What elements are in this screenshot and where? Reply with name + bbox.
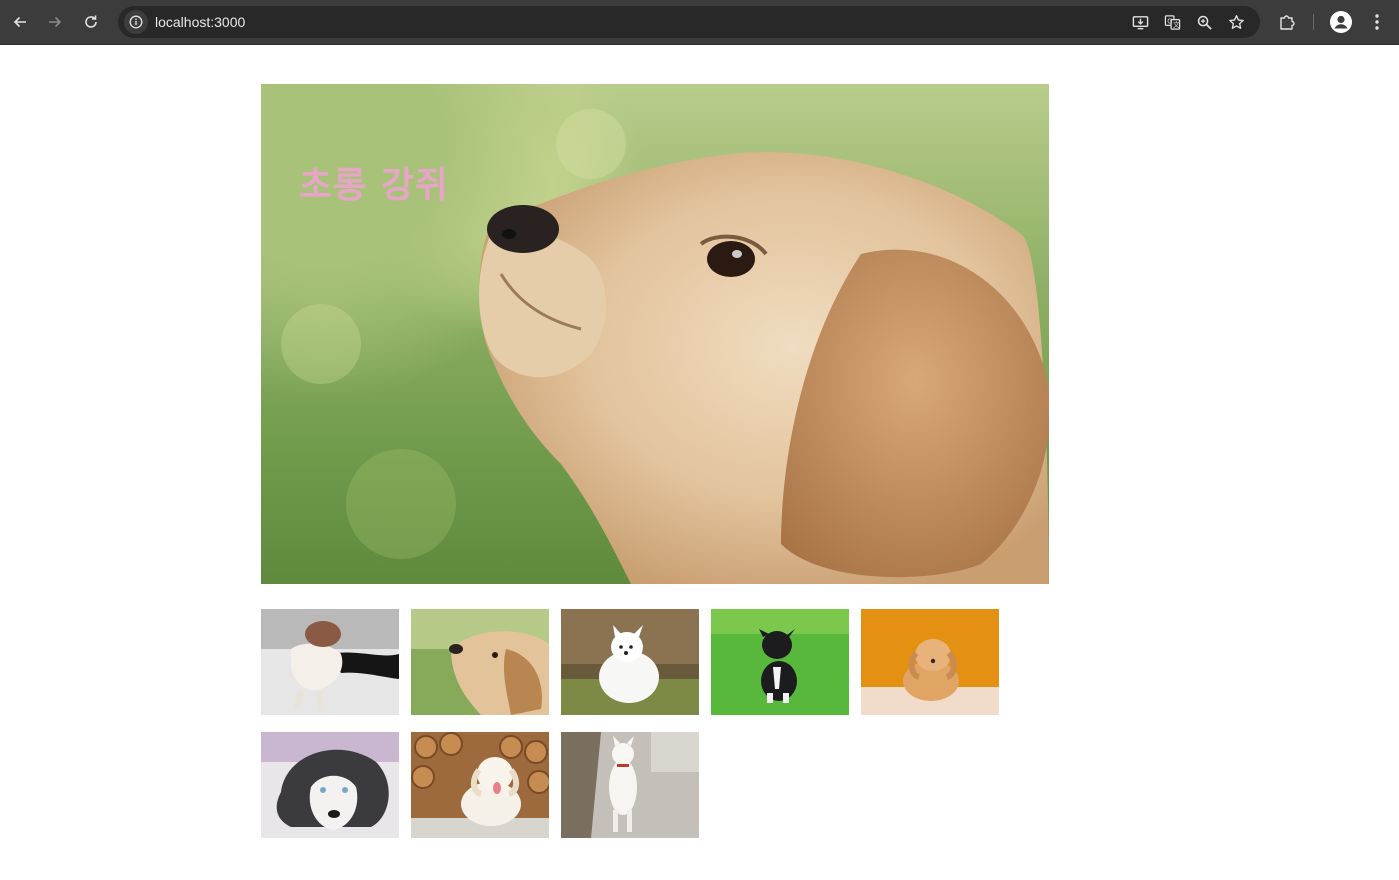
dog-photo-6: [261, 732, 399, 838]
gallery-thumb-8[interactable]: [561, 732, 699, 838]
toolbar-divider: [1313, 14, 1314, 30]
dog-photo-1: [261, 609, 399, 715]
profile-icon[interactable]: [1330, 11, 1352, 33]
gallery-thumb-6[interactable]: [261, 732, 399, 838]
dog-photo-2: [411, 609, 549, 715]
dog-photo-8: [561, 732, 699, 838]
site-info-icon[interactable]: [124, 10, 148, 34]
hero-image: 초롱 강쥐: [261, 84, 1049, 584]
dog-photo-7: [411, 732, 549, 838]
gallery-thumb-7[interactable]: [411, 732, 549, 838]
gallery-thumb-3[interactable]: [561, 609, 699, 715]
dog-photo-3: [561, 609, 699, 715]
bookmark-star-icon[interactable]: [1226, 12, 1246, 32]
thumbnail-gallery: [261, 609, 1011, 838]
gallery-thumb-1[interactable]: [261, 609, 399, 715]
forward-icon[interactable]: [41, 8, 69, 36]
address-bar[interactable]: localhost:3000 G文: [118, 6, 1260, 38]
translate-icon[interactable]: G文: [1162, 12, 1182, 32]
gallery-thumb-5[interactable]: [861, 609, 999, 715]
extensions-icon[interactable]: [1276, 11, 1298, 33]
install-app-icon[interactable]: [1130, 12, 1150, 32]
gallery-thumb-4[interactable]: [711, 609, 849, 715]
gallery-thumb-2[interactable]: [411, 609, 549, 715]
svg-text:文: 文: [1172, 20, 1179, 29]
zoom-icon[interactable]: [1194, 12, 1214, 32]
back-icon[interactable]: [6, 8, 34, 36]
menu-icon[interactable]: [1366, 11, 1388, 33]
browser-toolbar: localhost:3000 G文: [0, 0, 1399, 45]
dog-photo-5: [861, 609, 999, 715]
url-text[interactable]: localhost:3000: [155, 13, 245, 31]
hero-title: 초롱 강쥐: [299, 165, 450, 206]
svg-text:G: G: [1167, 17, 1172, 25]
dog-photo-4: [711, 609, 849, 715]
reload-icon[interactable]: [77, 8, 105, 36]
